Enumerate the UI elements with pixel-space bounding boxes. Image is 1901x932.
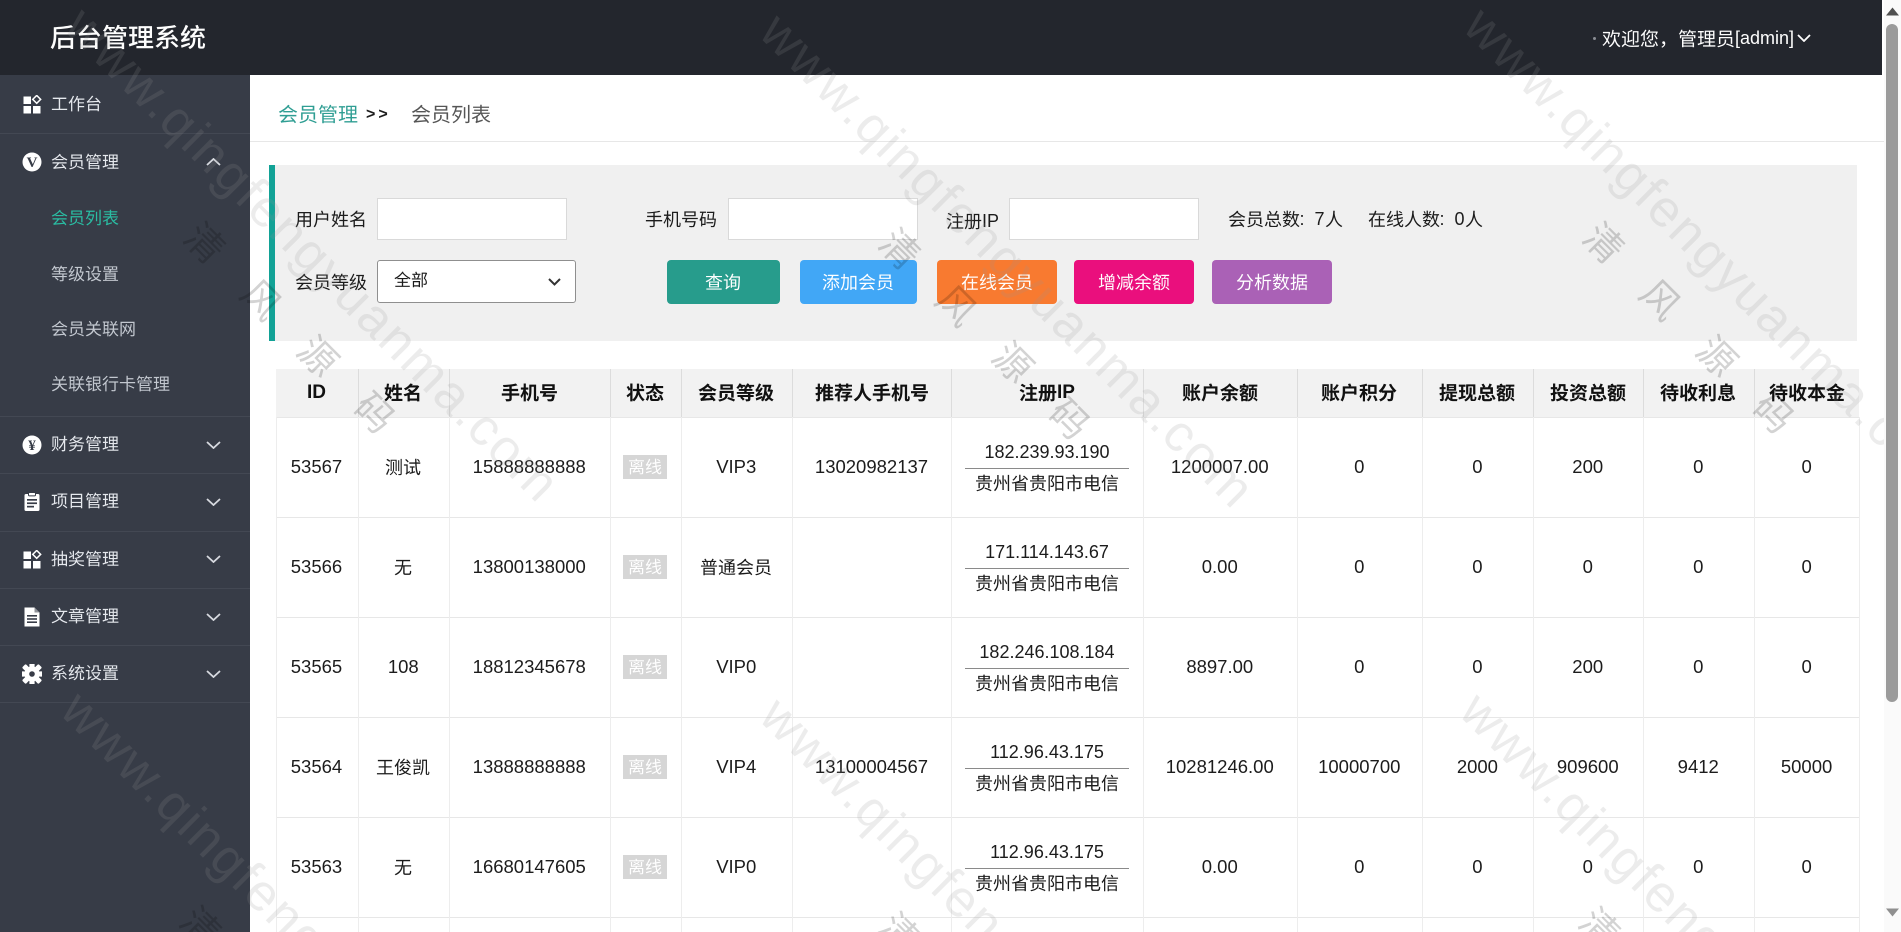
svg-text:¥: ¥: [28, 438, 36, 454]
svg-text:V: V: [27, 155, 38, 171]
